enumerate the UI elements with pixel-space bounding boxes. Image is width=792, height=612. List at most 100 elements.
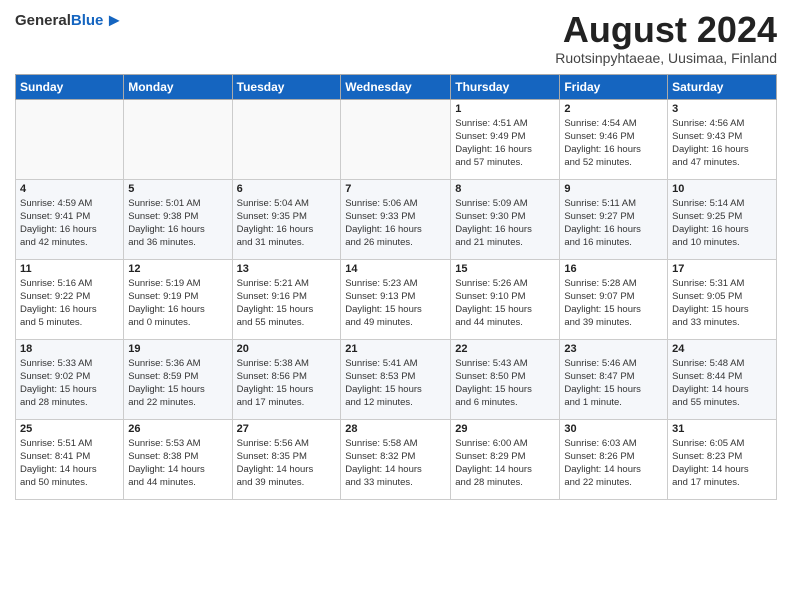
header: General Blue ► August 2024 Ruotsinpyhtae… (15, 10, 777, 66)
day-number: 18 (20, 343, 119, 355)
day-info: Sunrise: 5:51 AM Sunset: 8:41 PM Dayligh… (20, 437, 119, 490)
calendar-body: 1 Sunrise: 4:51 AM Sunset: 9:49 PM Daylig… (16, 99, 777, 499)
calendar-table: SundayMondayTuesdayWednesdayThursdayFrid… (15, 74, 777, 500)
calendar-cell (341, 99, 451, 179)
day-info: Sunrise: 5:41 AM Sunset: 8:53 PM Dayligh… (345, 357, 446, 410)
calendar-cell: 25 Sunrise: 5:51 AM Sunset: 8:41 PM Dayli… (16, 419, 124, 499)
calendar-cell: 21 Sunrise: 5:41 AM Sunset: 8:53 PM Dayli… (341, 339, 451, 419)
weekday-header-thursday: Thursday (451, 74, 560, 99)
month-title: August 2024 (555, 10, 777, 50)
day-number: 28 (345, 423, 446, 435)
day-number: 26 (128, 423, 227, 435)
day-info: Sunrise: 5:38 AM Sunset: 8:56 PM Dayligh… (237, 357, 337, 410)
day-info: Sunrise: 5:21 AM Sunset: 9:16 PM Dayligh… (237, 277, 337, 330)
day-number: 1 (455, 103, 555, 115)
week-row-0: 1 Sunrise: 4:51 AM Sunset: 9:49 PM Daylig… (16, 99, 777, 179)
calendar-cell: 10Sunrise: 5:14 AM Sunset: 9:25 PM Dayli… (668, 179, 777, 259)
calendar-cell: 30 Sunrise: 6:03 AM Sunset: 8:26 PM Dayli… (560, 419, 668, 499)
title-section: August 2024 Ruotsinpyhtaeae, Uusimaa, Fi… (555, 10, 777, 66)
day-info: Sunrise: 5:11 AM Sunset: 9:27 PM Dayligh… (564, 197, 663, 250)
calendar-cell: 20 Sunrise: 5:38 AM Sunset: 8:56 PM Dayli… (232, 339, 341, 419)
weekday-header-sunday: Sunday (16, 74, 124, 99)
calendar-cell: 28 Sunrise: 5:58 AM Sunset: 8:32 PM Dayli… (341, 419, 451, 499)
calendar-header: SundayMondayTuesdayWednesdayThursdayFrid… (16, 74, 777, 99)
day-number: 8 (455, 183, 555, 195)
day-info: Sunrise: 5:01 AM Sunset: 9:38 PM Dayligh… (128, 197, 227, 250)
page-container: General Blue ► August 2024 Ruotsinpyhtae… (0, 0, 792, 510)
logo: General Blue ► (15, 10, 123, 31)
day-number: 14 (345, 263, 446, 275)
calendar-cell: 6 Sunrise: 5:04 AM Sunset: 9:35 PM Daylig… (232, 179, 341, 259)
calendar-cell: 23 Sunrise: 5:46 AM Sunset: 8:47 PM Dayli… (560, 339, 668, 419)
week-row-1: 4 Sunrise: 4:59 AM Sunset: 9:41 PM Daylig… (16, 179, 777, 259)
weekday-header-tuesday: Tuesday (232, 74, 341, 99)
calendar-cell: 26Sunrise: 5:53 AM Sunset: 8:38 PM Dayli… (124, 419, 232, 499)
calendar-cell: 13Sunrise: 5:21 AM Sunset: 9:16 PM Dayli… (232, 259, 341, 339)
logo-arrow-icon: ► (105, 10, 123, 31)
day-number: 10 (672, 183, 772, 195)
day-number: 7 (345, 183, 446, 195)
calendar-cell: 31Sunrise: 6:05 AM Sunset: 8:23 PM Dayli… (668, 419, 777, 499)
day-info: Sunrise: 5:46 AM Sunset: 8:47 PM Dayligh… (564, 357, 663, 410)
weekday-header-saturday: Saturday (668, 74, 777, 99)
day-info: Sunrise: 5:48 AM Sunset: 8:44 PM Dayligh… (672, 357, 772, 410)
day-number: 11 (20, 263, 119, 275)
day-number: 21 (345, 343, 446, 355)
calendar-cell: 4 Sunrise: 4:59 AM Sunset: 9:41 PM Daylig… (16, 179, 124, 259)
calendar-cell: 12Sunrise: 5:19 AM Sunset: 9:19 PM Dayli… (124, 259, 232, 339)
calendar-cell: 2 Sunrise: 4:54 AM Sunset: 9:46 PM Daylig… (560, 99, 668, 179)
day-number: 6 (237, 183, 337, 195)
day-number: 20 (237, 343, 337, 355)
day-info: Sunrise: 4:59 AM Sunset: 9:41 PM Dayligh… (20, 197, 119, 250)
calendar-cell (124, 99, 232, 179)
location: Ruotsinpyhtaeae, Uusimaa, Finland (555, 50, 777, 66)
day-number: 22 (455, 343, 555, 355)
day-info: Sunrise: 5:33 AM Sunset: 9:02 PM Dayligh… (20, 357, 119, 410)
calendar-cell: 1 Sunrise: 4:51 AM Sunset: 9:49 PM Daylig… (451, 99, 560, 179)
calendar-cell: 3Sunrise: 4:56 AM Sunset: 9:43 PM Daylig… (668, 99, 777, 179)
calendar-cell (232, 99, 341, 179)
day-info: Sunrise: 5:04 AM Sunset: 9:35 PM Dayligh… (237, 197, 337, 250)
day-info: Sunrise: 6:03 AM Sunset: 8:26 PM Dayligh… (564, 437, 663, 490)
day-info: Sunrise: 5:56 AM Sunset: 8:35 PM Dayligh… (237, 437, 337, 490)
day-number: 5 (128, 183, 227, 195)
day-info: Sunrise: 5:36 AM Sunset: 8:59 PM Dayligh… (128, 357, 227, 410)
day-info: Sunrise: 5:23 AM Sunset: 9:13 PM Dayligh… (345, 277, 446, 330)
week-row-4: 25 Sunrise: 5:51 AM Sunset: 8:41 PM Dayli… (16, 419, 777, 499)
calendar-cell: 8Sunrise: 5:09 AM Sunset: 9:30 PM Daylig… (451, 179, 560, 259)
day-info: Sunrise: 4:51 AM Sunset: 9:49 PM Dayligh… (455, 117, 555, 170)
day-info: Sunrise: 5:28 AM Sunset: 9:07 PM Dayligh… (564, 277, 663, 330)
day-number: 16 (564, 263, 663, 275)
calendar-cell: 5 Sunrise: 5:01 AM Sunset: 9:38 PM Daylig… (124, 179, 232, 259)
day-number: 17 (672, 263, 772, 275)
calendar-cell: 16 Sunrise: 5:28 AM Sunset: 9:07 PM Dayli… (560, 259, 668, 339)
day-number: 29 (455, 423, 555, 435)
weekday-header-wednesday: Wednesday (341, 74, 451, 99)
day-number: 27 (237, 423, 337, 435)
calendar-cell: 24 Sunrise: 5:48 AM Sunset: 8:44 PM Dayli… (668, 339, 777, 419)
day-number: 3 (672, 103, 772, 115)
day-info: Sunrise: 5:19 AM Sunset: 9:19 PM Dayligh… (128, 277, 227, 330)
calendar-cell: 9 Sunrise: 5:11 AM Sunset: 9:27 PM Daylig… (560, 179, 668, 259)
day-info: Sunrise: 5:58 AM Sunset: 8:32 PM Dayligh… (345, 437, 446, 490)
calendar-cell (16, 99, 124, 179)
week-row-2: 11Sunrise: 5:16 AM Sunset: 9:22 PM Dayli… (16, 259, 777, 339)
day-info: Sunrise: 6:00 AM Sunset: 8:29 PM Dayligh… (455, 437, 555, 490)
week-row-3: 18 Sunrise: 5:33 AM Sunset: 9:02 PM Dayli… (16, 339, 777, 419)
day-number: 30 (564, 423, 663, 435)
weekday-header-friday: Friday (560, 74, 668, 99)
calendar-cell: 7Sunrise: 5:06 AM Sunset: 9:33 PM Daylig… (341, 179, 451, 259)
calendar-cell: 15Sunrise: 5:26 AM Sunset: 9:10 PM Dayli… (451, 259, 560, 339)
calendar-cell: 29 Sunrise: 6:00 AM Sunset: 8:29 PM Dayli… (451, 419, 560, 499)
day-number: 23 (564, 343, 663, 355)
day-info: Sunrise: 5:26 AM Sunset: 9:10 PM Dayligh… (455, 277, 555, 330)
logo-general-text: General (15, 12, 71, 29)
day-info: Sunrise: 4:54 AM Sunset: 9:46 PM Dayligh… (564, 117, 663, 170)
day-number: 9 (564, 183, 663, 195)
day-number: 24 (672, 343, 772, 355)
calendar-cell: 11Sunrise: 5:16 AM Sunset: 9:22 PM Dayli… (16, 259, 124, 339)
day-number: 4 (20, 183, 119, 195)
day-number: 25 (20, 423, 119, 435)
day-number: 2 (564, 103, 663, 115)
weekday-header-row: SundayMondayTuesdayWednesdayThursdayFrid… (16, 74, 777, 99)
